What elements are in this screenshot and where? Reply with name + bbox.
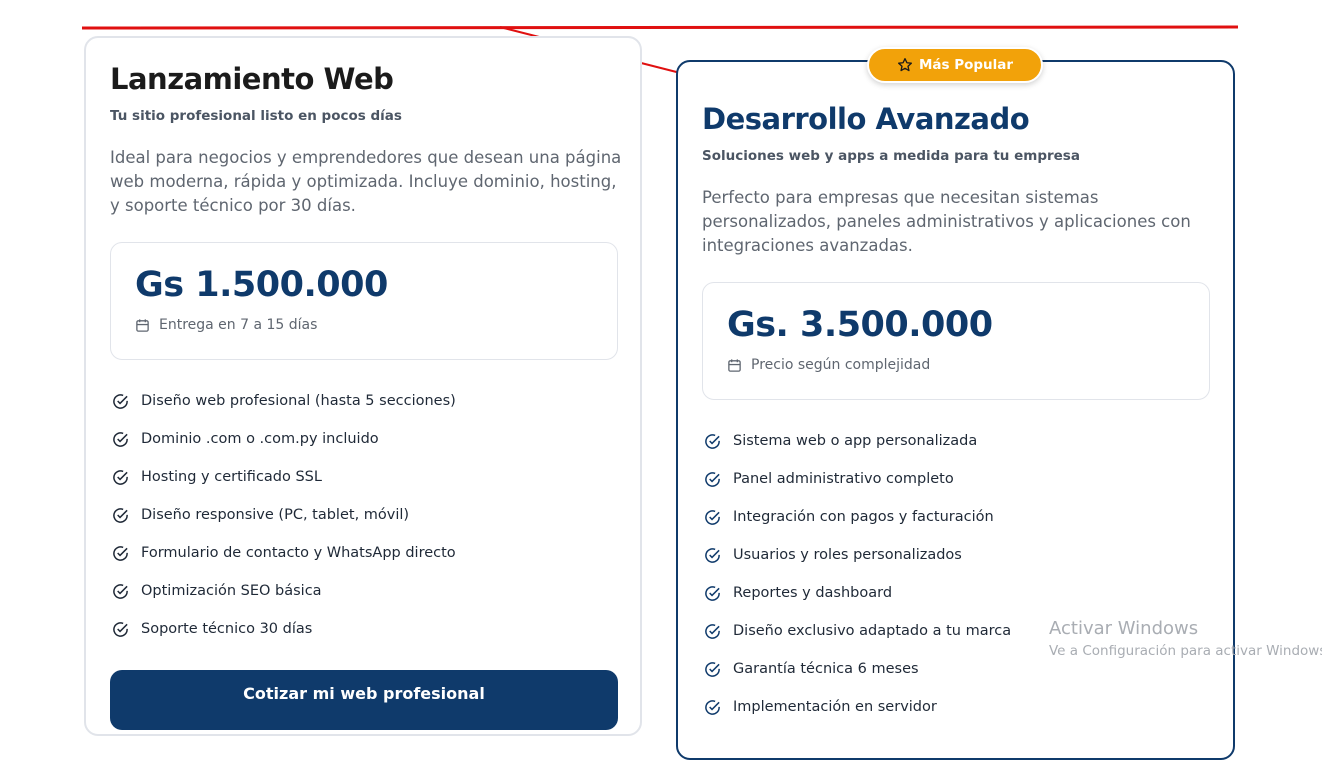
calendar-icon xyxy=(728,358,741,372)
check-circle-icon xyxy=(113,621,128,637)
feature-item: Implementación en servidor xyxy=(704,688,1011,726)
feature-label: Diseño responsive (PC, tablet, móvil) xyxy=(141,507,410,523)
check-circle-icon xyxy=(113,431,128,447)
delivery-info: Precio según complejidad xyxy=(727,357,930,373)
plan-subtitle: Soluciones web y apps a medida para tu e… xyxy=(702,148,1080,164)
plan-subtitle: Tu sitio profesional listo en pocos días xyxy=(110,108,402,124)
feature-label: Panel administrativo completo xyxy=(733,471,954,487)
feature-item: Sistema web o app personalizada xyxy=(704,422,1011,460)
feature-label: Soporte técnico 30 días xyxy=(141,621,313,637)
windows-watermark-subtitle: Ve a Configuración para activar Windows xyxy=(1049,643,1322,659)
plan-description: Perfecto para empresas que necesitan sis… xyxy=(702,188,1191,255)
delivery-text: Precio según complejidad xyxy=(751,357,931,373)
windows-watermark-title: Activar Windows xyxy=(1049,618,1199,639)
feature-label: Hosting y certificado SSL xyxy=(141,469,322,485)
feature-label: Diseño exclusivo adaptado a tu marca xyxy=(733,623,1012,639)
price-box: Gs. 3.500.000 Precio según complejidad xyxy=(702,282,1210,400)
feature-label: Diseño web profesional (hasta 5 seccione… xyxy=(141,393,456,409)
feature-label: Garantía técnica 6 meses xyxy=(733,661,919,677)
plan-price: Gs. 3.500.000 xyxy=(727,305,993,345)
plan-card-lanzamiento: Lanzamiento Web Tu sitio profesional lis… xyxy=(84,36,642,736)
feature-label: Reportes y dashboard xyxy=(733,585,893,601)
feature-list: Diseño web profesional (hasta 5 seccione… xyxy=(112,382,456,648)
feature-item: Integración con pagos y facturación xyxy=(704,498,1011,536)
check-circle-icon xyxy=(113,583,128,599)
delivery-text: Entrega en 7 a 15 días xyxy=(159,317,318,333)
check-circle-icon xyxy=(705,585,720,601)
check-circle-icon xyxy=(705,509,720,525)
feature-label: Optimización SEO básica xyxy=(141,583,322,599)
delivery-info: Entrega en 7 a 15 días xyxy=(135,317,317,333)
feature-item: Dominio .com o .com.py incluido xyxy=(112,420,456,458)
price-box: Gs 1.500.000 Entrega en 7 a 15 días xyxy=(110,242,618,360)
plan-title: Desarrollo Avanzado xyxy=(702,102,1030,136)
feature-item: Garantía técnica 6 meses xyxy=(704,650,1011,688)
check-circle-icon xyxy=(705,699,720,715)
check-circle-icon xyxy=(705,661,720,677)
star-icon xyxy=(897,58,912,72)
popular-badge: Más Popular xyxy=(867,47,1043,83)
plan-title: Lanzamiento Web xyxy=(110,62,394,96)
check-circle-icon xyxy=(705,471,720,487)
feature-label: Sistema web o app personalizada xyxy=(733,433,978,449)
feature-item: Diseño responsive (PC, tablet, móvil) xyxy=(112,496,456,534)
check-circle-icon xyxy=(113,545,128,561)
check-circle-icon xyxy=(705,433,720,449)
feature-item: Usuarios y roles personalizados xyxy=(704,536,1011,574)
feature-label: Usuarios y roles personalizados xyxy=(733,547,962,563)
feature-label: Implementación en servidor xyxy=(733,699,937,715)
feature-list: Sistema web o app personalizada Panel ad… xyxy=(704,422,1011,726)
feature-label: Formulario de contacto y WhatsApp direct… xyxy=(141,545,456,561)
feature-item: Formulario de contacto y WhatsApp direct… xyxy=(112,534,456,572)
feature-item: Hosting y certificado SSL xyxy=(112,458,456,496)
feature-item: Reportes y dashboard xyxy=(704,574,1011,612)
feature-item: Optimización SEO básica xyxy=(112,572,456,610)
feature-label: Dominio .com o .com.py incluido xyxy=(141,431,379,447)
popular-badge-label: Más Popular xyxy=(918,57,1014,73)
feature-item: Diseño exclusivo adaptado a tu marca xyxy=(704,612,1011,650)
check-circle-icon xyxy=(113,507,128,523)
check-circle-icon xyxy=(113,393,128,409)
feature-item: Soporte técnico 30 días xyxy=(112,610,456,648)
plan-price: Gs 1.500.000 xyxy=(135,265,388,305)
feature-label: Integración con pagos y facturación xyxy=(733,509,994,525)
plan-description: Ideal para negocios y emprendedores que … xyxy=(110,148,622,215)
quote-button[interactable]: Cotizar mi web profesional xyxy=(110,670,618,730)
check-circle-icon xyxy=(113,469,128,485)
feature-item: Diseño web profesional (hasta 5 seccione… xyxy=(112,382,456,420)
calendar-icon xyxy=(136,318,149,332)
check-circle-icon xyxy=(705,623,720,639)
check-circle-icon xyxy=(705,547,720,563)
feature-item: Panel administrativo completo xyxy=(704,460,1011,498)
